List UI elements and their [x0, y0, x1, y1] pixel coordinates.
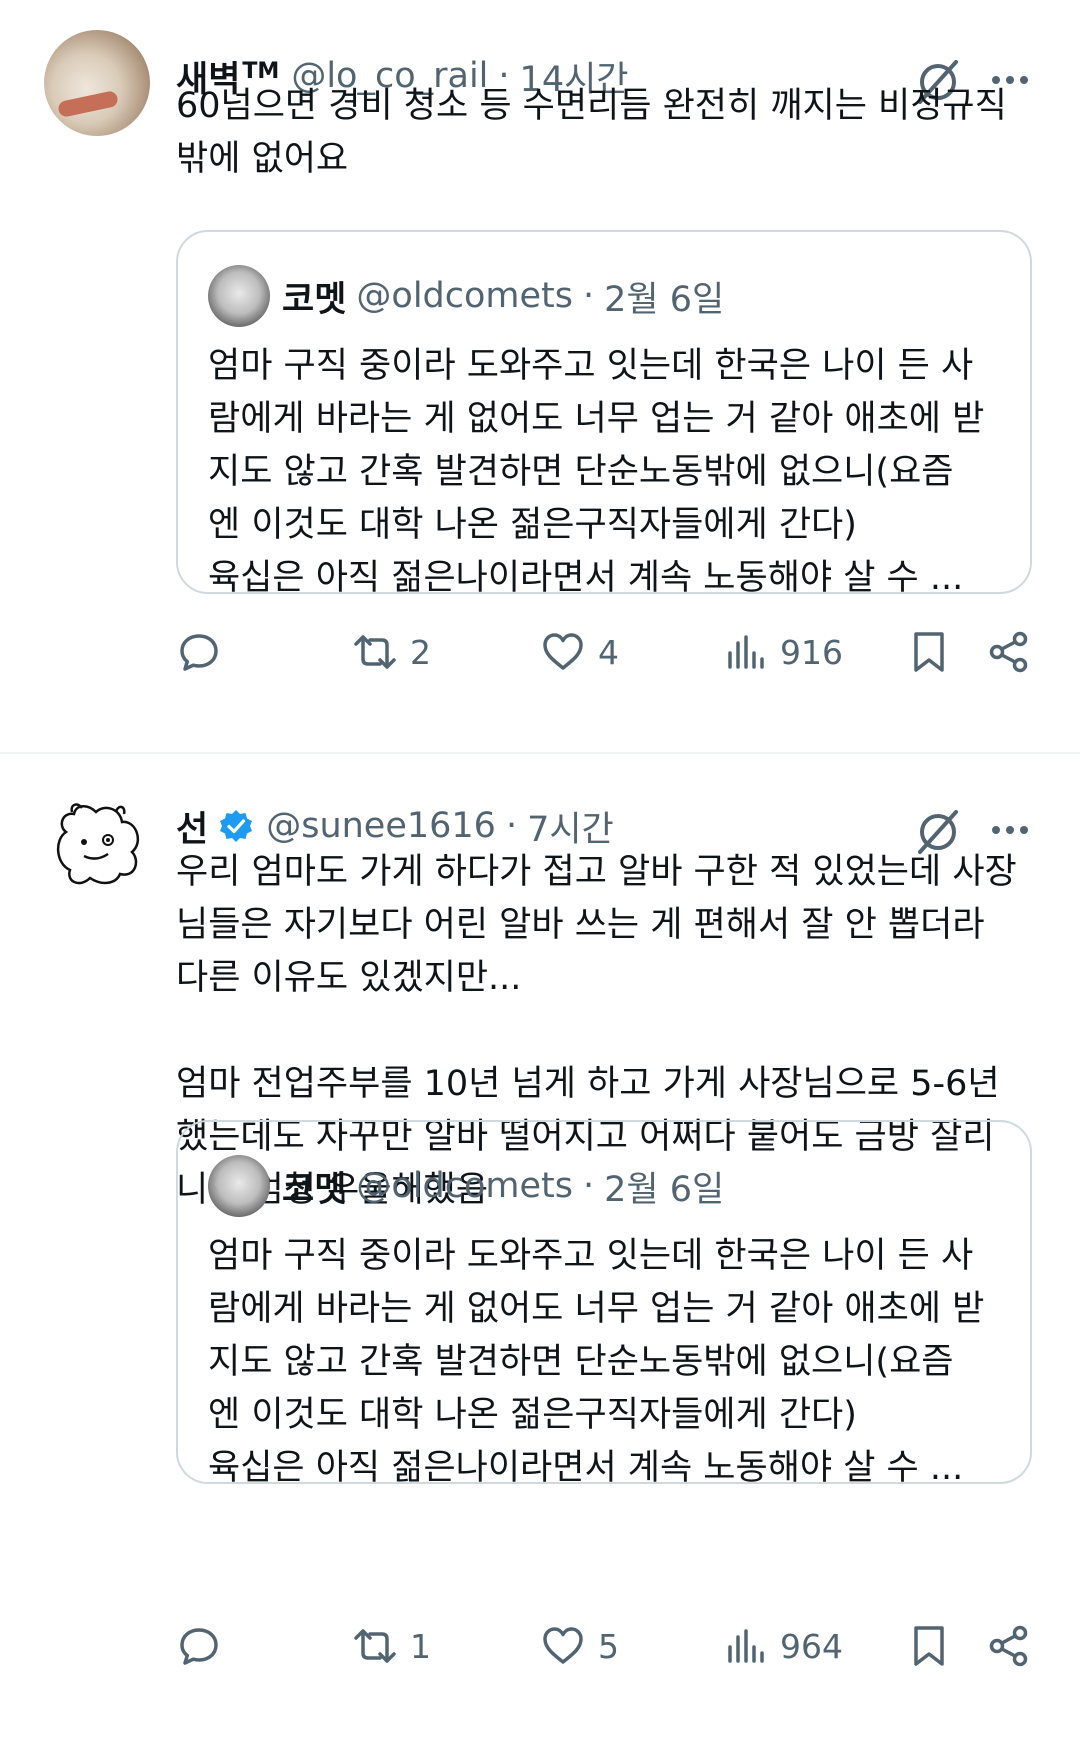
like-count: 4 [598, 632, 619, 672]
separator: · [583, 1166, 595, 1206]
divider [0, 752, 1080, 754]
heart-icon [543, 1627, 583, 1664]
quoted-tweet-text: 엄마 구직 중이라 도와주고 잇는데 한국은 나이 든 사 람에게 바라는 게 … [208, 1236, 985, 1488]
reply-icon [180, 634, 218, 671]
repost-icon [354, 635, 396, 669]
quoted-tweet-header: 코멧 @oldcomets · 2월 6일 [208, 264, 724, 328]
more-icon[interactable] [986, 810, 1034, 850]
timestamp[interactable]: 7시간 [527, 801, 614, 852]
bookmark-icon [914, 1626, 944, 1666]
repost-count: 1 [410, 1626, 431, 1666]
quoted-display-name: 코멧 [282, 1169, 347, 1210]
like-count: 5 [598, 1626, 619, 1666]
separator: · [505, 806, 518, 846]
quoted-avatar [208, 265, 270, 327]
share-button[interactable] [986, 622, 1032, 682]
quoted-date: 2월 6일 [604, 1169, 725, 1210]
view-count: 916 [780, 632, 843, 672]
tweet-paragraph: 우리 엄마도 가게 하다가 접고 알바 구한 적 있었는데 사장 님들은 자기보… [176, 852, 1017, 998]
heart-icon [543, 633, 583, 670]
quoted-user-handle: @oldcomets [356, 276, 574, 316]
view-count: 964 [780, 1626, 843, 1666]
display-name[interactable]: 선 [176, 801, 208, 852]
quoted-user-handle: @oldcomets [356, 1166, 574, 1206]
views-icon [728, 635, 764, 669]
bookmark-button[interactable] [906, 622, 952, 682]
reply-icon [180, 1628, 218, 1665]
like-button[interactable]: 4 [540, 622, 619, 682]
share-icon [989, 1625, 1028, 1667]
quoted-tweet[interactable]: 코멧 @oldcomets · 2월 6일 엄마 구직 중이라 도와주고 잇는데… [176, 230, 1032, 598]
quoted-tweet-text: 엄마 구직 중이라 도와주고 잇는데 한국은 나이 든 사 람에게 바라는 게 … [208, 346, 985, 598]
quoted-avatar [208, 1155, 270, 1217]
repost-button[interactable]: 1 [352, 1616, 431, 1676]
tweet-text: 60넘으면 경비 청소 등 수면리듬 완전히 깨지는 비정규직 밖에 없어요 [176, 86, 1007, 179]
verified-badge-icon [220, 810, 253, 842]
quoted-date: 2월 6일 [604, 279, 725, 320]
avatar-doodle-image [57, 803, 140, 885]
repost-count: 2 [410, 632, 431, 672]
views-button[interactable]: 964 [722, 1616, 843, 1676]
avatar[interactable] [44, 790, 150, 896]
views-icon [728, 1629, 764, 1663]
tweet[interactable]: 새벽TM @lo_co_rail · 14시간 60넘으면 경비 청소 등 수면… [0, 26, 1080, 726]
share-icon [989, 631, 1028, 673]
repost-button[interactable]: 2 [352, 622, 431, 682]
separator: · [583, 276, 595, 316]
action-bar: 2 4 916 [0, 622, 1080, 682]
like-button[interactable]: 5 [540, 1616, 619, 1676]
share-button[interactable] [986, 1616, 1032, 1676]
repost-icon [354, 1629, 396, 1663]
reply-button[interactable] [176, 622, 222, 682]
reply-button[interactable] [176, 1616, 222, 1676]
tweet[interactable]: 선 @sunee1616 · 7시간 우리 엄마도 가게 하다가 접고 알바 구… [0, 776, 1080, 1756]
quoted-display-name: 코멧 [282, 279, 347, 320]
views-button[interactable]: 916 [722, 622, 843, 682]
action-bar: 1 5 964 [0, 1616, 1080, 1676]
avatar[interactable] [44, 30, 150, 136]
user-handle[interactable]: @sunee1616 [266, 806, 496, 846]
quoted-tweet[interactable]: 코멧 @oldcomets · 2월 6일 엄마 구직 중이라 도와주고 잇는데… [176, 1120, 1032, 1488]
quoted-tweet-header: 코멧 @oldcomets · 2월 6일 [208, 1154, 724, 1218]
bookmark-button[interactable] [906, 1616, 952, 1676]
bookmark-icon [914, 632, 944, 672]
